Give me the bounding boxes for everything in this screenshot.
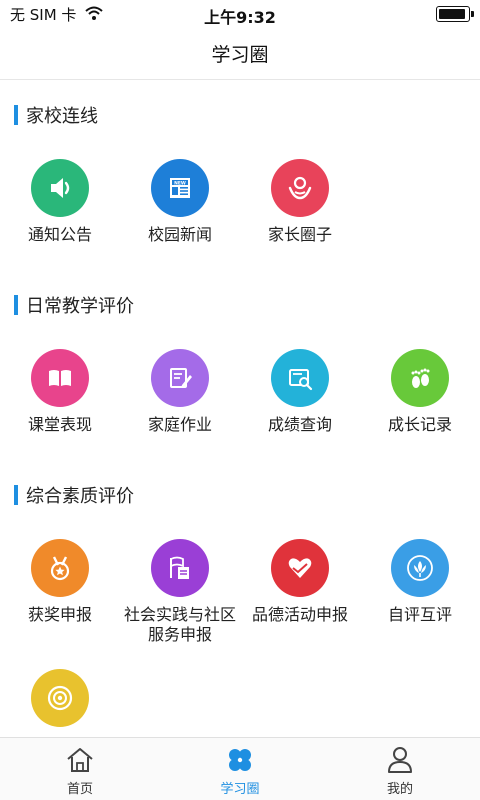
tab-home[interactable]: 首页 [0, 738, 160, 800]
grade-query-label: 成绩查询 [267, 415, 332, 434]
newspaper-icon: NEW [151, 159, 209, 217]
section-header: 日常教学评价 [14, 293, 134, 317]
campus-news-button[interactable]: NEW 校园新闻 [120, 159, 240, 245]
grade-query-button[interactable]: 成绩查询 [240, 349, 360, 435]
class-performance-button[interactable]: 课堂表现 [0, 349, 120, 435]
lotus-icon [391, 539, 449, 597]
tab-learning-circle[interactable]: 学习圈 [160, 738, 320, 800]
section-accent-bar [14, 105, 18, 125]
status-time: 上午9:32 [204, 8, 276, 27]
growth-record-button[interactable]: 成长记录 [360, 349, 480, 435]
user-icon [320, 744, 480, 776]
svg-text:NEW: NEW [174, 180, 186, 186]
social-practice-label: 社会实践与社区 服务申报 [120, 605, 240, 645]
homework-label: 家庭作业 [147, 415, 212, 434]
coin-icon [31, 669, 89, 727]
section-title: 日常教学评价 [26, 296, 134, 317]
social-practice-button[interactable]: 社会实践与社区 服务申报 [120, 539, 240, 645]
tab-learning-circle-label: 学习圈 [220, 782, 260, 797]
tab-home-label: 首页 [66, 782, 93, 797]
award-declaration-button[interactable]: 获奖申报 [0, 539, 120, 625]
section-accent-bar [14, 295, 18, 315]
section-header: 综合素质评价 [14, 483, 134, 507]
parent-child-icon [271, 159, 329, 217]
book-icon [31, 349, 89, 407]
social-practice-label-line1: 社会实践与社区 [123, 605, 236, 624]
navigation-bar: 学习圈 [0, 28, 480, 80]
notice-button[interactable]: 通知公告 [0, 159, 120, 245]
parent-circle-label: 家长圈子 [267, 225, 332, 244]
homework-pen-icon [151, 349, 209, 407]
medal-icon [31, 539, 89, 597]
search-record-icon [271, 349, 329, 407]
parent-circle-button[interactable]: 家长圈子 [240, 159, 360, 245]
award-declaration-label: 获奖申报 [27, 605, 92, 624]
growth-record-label: 成长记录 [387, 415, 452, 434]
section-header: 家校连线 [14, 103, 98, 127]
status-bar: 无 SIM 卡 上午9:32 [0, 0, 480, 28]
section-accent-bar [14, 485, 18, 505]
main-content: 家校连线 通知公告 NEW 校园新闻 家长圈子 日常教学评价 课堂表现 家庭作业… [0, 81, 480, 737]
flag-document-icon [151, 539, 209, 597]
self-peer-evaluation-label: 自评互评 [387, 605, 452, 624]
battery-icon [436, 6, 474, 22]
tab-mine[interactable]: 我的 [320, 738, 480, 800]
class-performance-label: 课堂表现 [27, 415, 92, 434]
campus-news-label: 校园新闻 [147, 225, 212, 244]
speaker-icon [31, 159, 89, 217]
home-icon [0, 744, 160, 776]
page-title: 学习圈 [211, 44, 269, 66]
moral-activity-button[interactable]: 品德活动申报 [240, 539, 360, 625]
tab-mine-label: 我的 [386, 782, 413, 797]
moral-activity-label: 品德活动申报 [251, 605, 348, 624]
heart-hand-icon [271, 539, 329, 597]
footprint-icon [391, 349, 449, 407]
clover-icon [160, 744, 320, 776]
bottom-tab-bar: 首页 学习圈 我的 [0, 737, 480, 800]
self-peer-evaluation-button[interactable]: 自评互评 [360, 539, 480, 625]
section-title: 综合素质评价 [26, 486, 134, 507]
partially-visible-item-button[interactable] [0, 669, 120, 735]
homework-button[interactable]: 家庭作业 [120, 349, 240, 435]
social-practice-label-line2: 服务申报 [147, 625, 212, 644]
notice-label: 通知公告 [27, 225, 92, 244]
section-title: 家校连线 [26, 106, 98, 127]
